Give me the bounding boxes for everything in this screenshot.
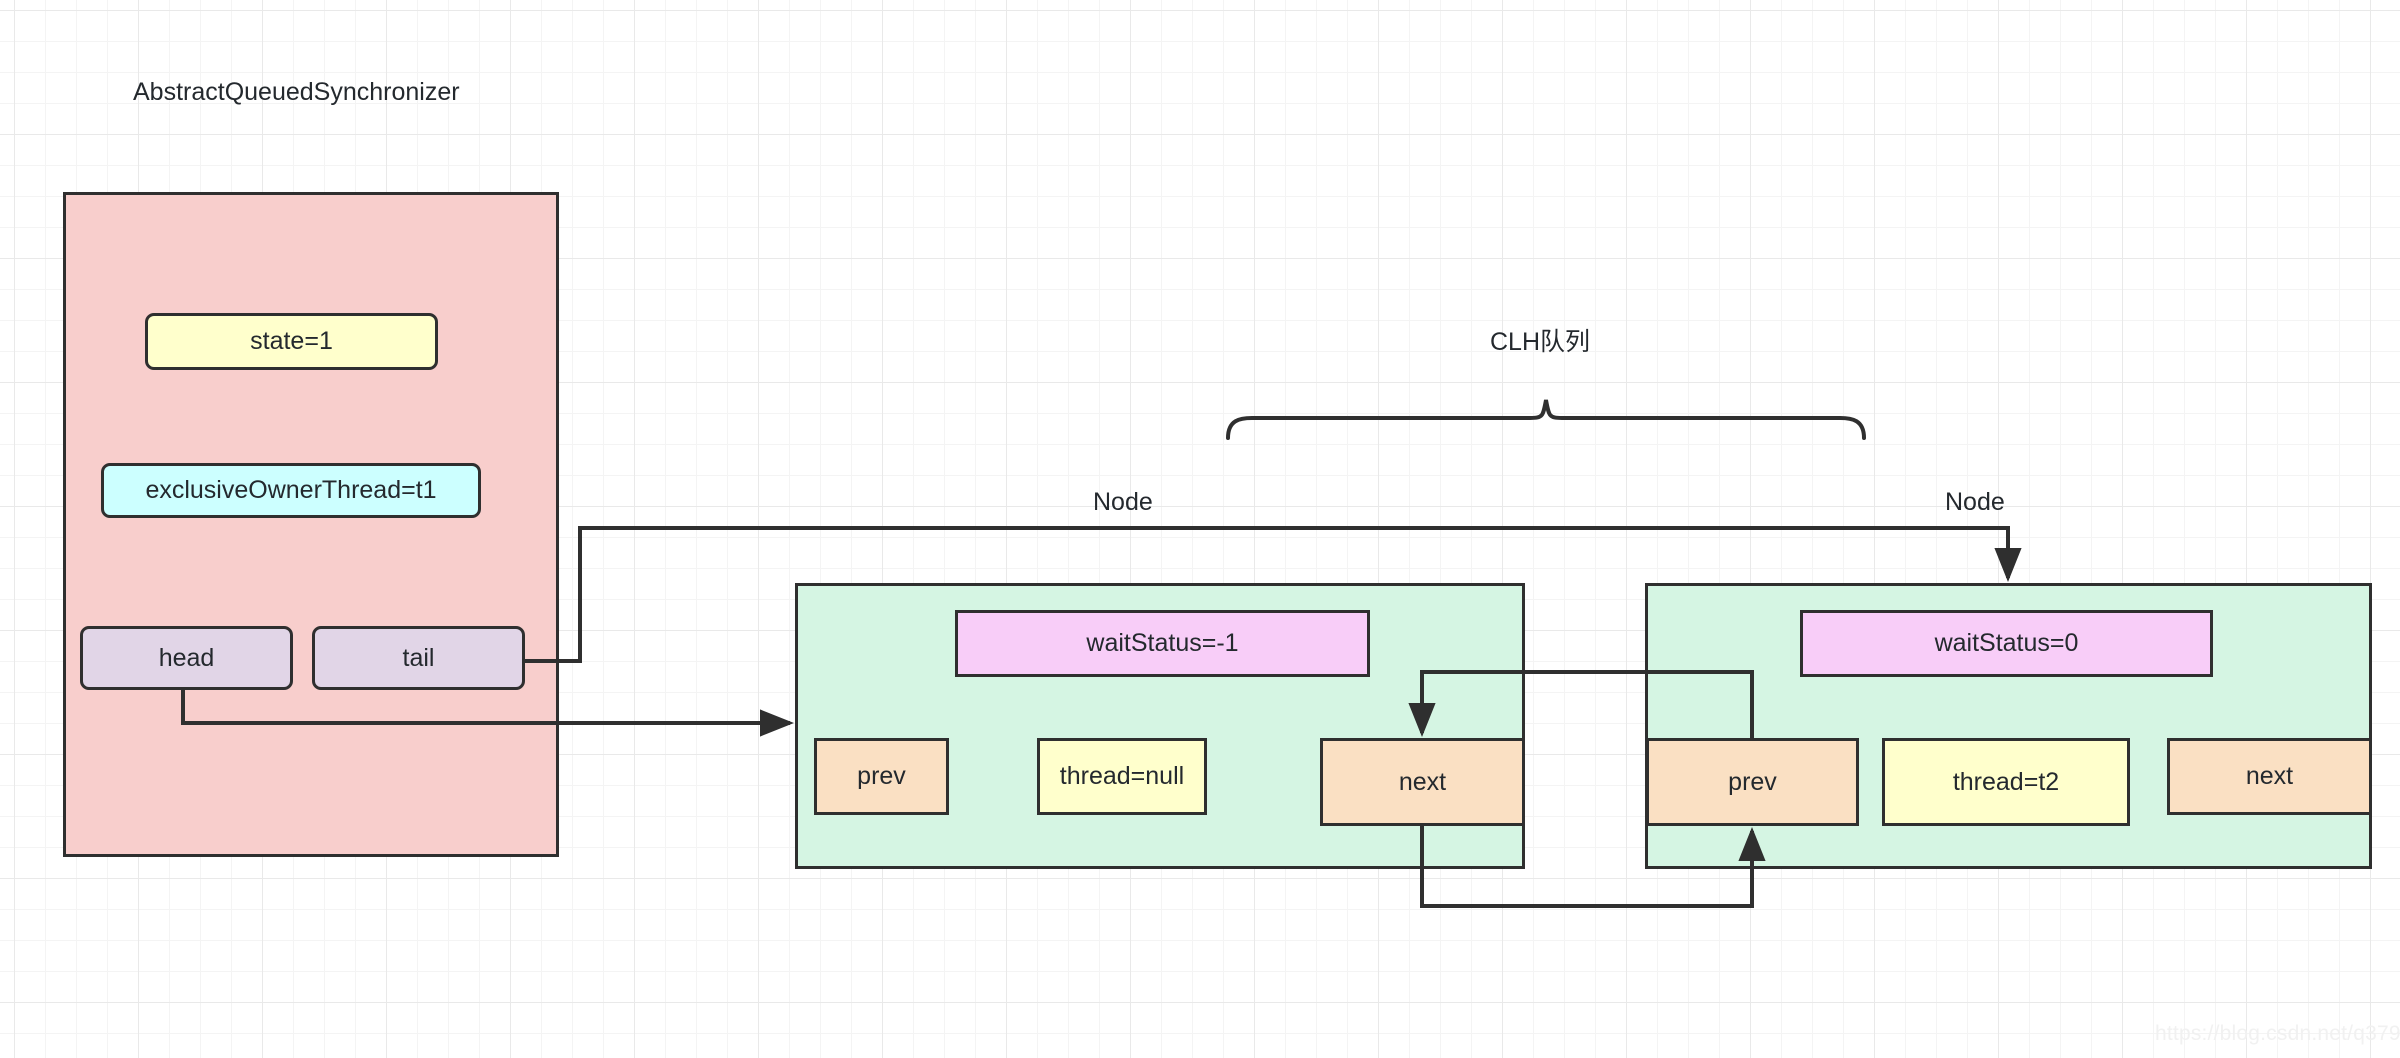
node-2-label: Node (1945, 488, 2005, 516)
node-1-next: next (1320, 738, 1525, 826)
state-field: state=1 (145, 313, 438, 370)
node-2-next: next (2167, 738, 2372, 815)
head-pointer-field: head (80, 626, 293, 690)
node-1-thread: thread=null (1037, 738, 1207, 815)
page-title: AbstractQueuedSynchronizer (133, 78, 460, 106)
node-2-thread: thread=t2 (1882, 738, 2130, 826)
abstract-queued-synchronizer-container (63, 192, 559, 857)
clh-queue-label: CLH队列 (1490, 328, 1591, 356)
node-1-wait-status: waitStatus=-1 (955, 610, 1370, 677)
node-2-prev: prev (1646, 738, 1859, 826)
clh-brace (1226, 399, 1866, 440)
diagram-canvas: AbstractQueuedSynchronizer state=1 exclu… (0, 0, 2400, 1058)
node-1-prev: prev (814, 738, 949, 815)
node-2-wait-status: waitStatus=0 (1800, 610, 2213, 677)
exclusive-owner-thread-field: exclusiveOwnerThread=t1 (101, 463, 481, 518)
node-1-label: Node (1093, 488, 1153, 516)
tail-pointer-field: tail (312, 626, 525, 690)
watermark-text: https://blog.csdn.net/q379185657 (2155, 1022, 2400, 1045)
